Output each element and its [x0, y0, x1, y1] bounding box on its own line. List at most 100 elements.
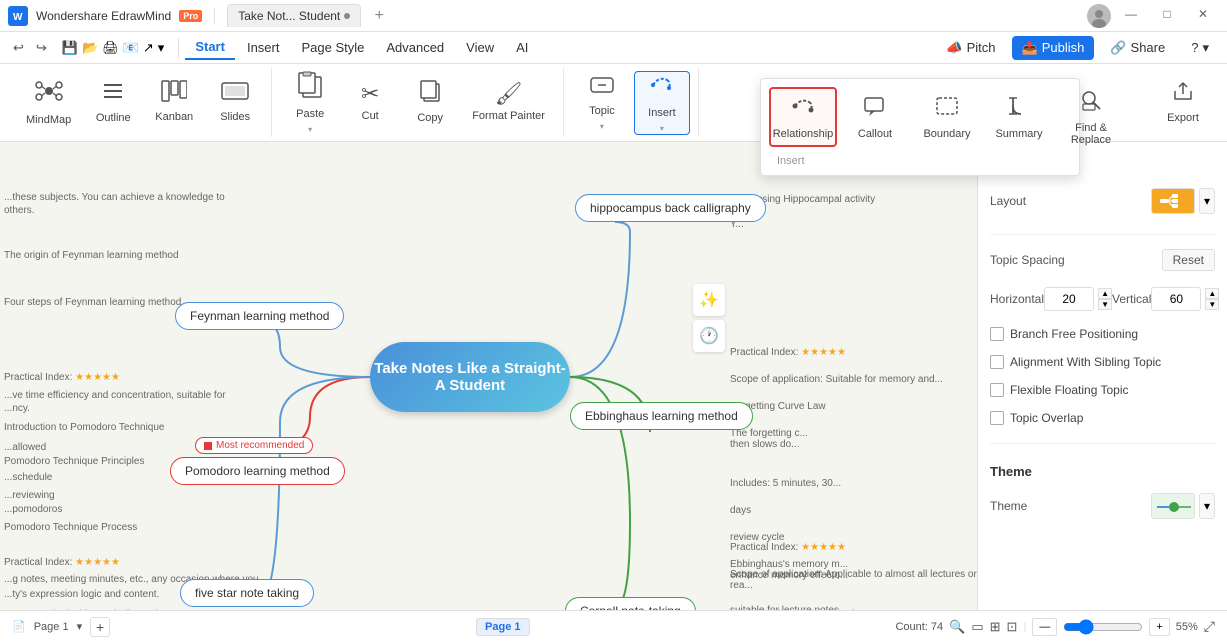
five-star-node[interactable]: five star note taking	[180, 579, 314, 607]
includes: Includes: 5 minutes, 30...	[730, 478, 943, 489]
overlap-checkbox[interactable]	[990, 411, 1004, 425]
center-node[interactable]: Take Notes Like a Straight-A Student	[370, 342, 570, 412]
avatar[interactable]	[1087, 4, 1111, 28]
minimize-button[interactable]: —	[1115, 4, 1147, 24]
kanban-button[interactable]: Kanban	[145, 71, 203, 135]
horizontal-up[interactable]: ▲	[1098, 288, 1112, 299]
paste-button[interactable]: Paste ▾	[282, 71, 338, 135]
cornell-scope2: suitable for lecture notes	[730, 605, 977, 610]
cut-button[interactable]: ✂ Cut	[342, 71, 398, 135]
branch-free-checkbox[interactable]	[990, 327, 1004, 341]
export-button[interactable]: Export	[1155, 71, 1211, 135]
callout-label: Callout	[858, 128, 892, 140]
zoom-slider[interactable]	[1063, 619, 1143, 635]
vertical-up[interactable]: ▲	[1205, 288, 1219, 299]
horizontal-down[interactable]: ▼	[1098, 299, 1112, 310]
menubar-right: 📣 Pitch 📤 Publish 🔗 Share ? ▾	[936, 36, 1219, 60]
menu-advanced[interactable]: Advanced	[376, 36, 454, 59]
boundary-item[interactable]: Boundary	[913, 87, 981, 147]
overlap-row: Topic Overlap	[990, 411, 1215, 425]
outline-button[interactable]: Outline	[85, 71, 141, 135]
reset-button[interactable]: Reset	[1162, 249, 1215, 271]
alignment-checkbox[interactable]	[990, 355, 1004, 369]
intro-pomodoro: Introduction to Pomodoro Technique	[4, 422, 164, 433]
mindmap-button[interactable]: MindMap	[16, 71, 81, 135]
help-button[interactable]: ? ▾	[1181, 36, 1219, 60]
callout-item[interactable]: Callout	[841, 87, 909, 147]
theme-dropdown[interactable]: ▾	[1199, 493, 1215, 519]
slides-button[interactable]: Slides	[207, 71, 263, 135]
mindmap-label: MindMap	[26, 114, 71, 127]
fit-button[interactable]: ⤢	[1204, 618, 1215, 635]
current-page-tab[interactable]: Page 1	[476, 618, 529, 636]
add-page-button[interactable]: +	[90, 617, 110, 637]
insert-dropdown-items: Relationship Callout Boundary Summary Fi…	[769, 87, 1071, 147]
canvas-area: ...these subjects. You can achieve a kno…	[0, 142, 1227, 610]
magic-button[interactable]: ✨	[693, 284, 725, 316]
copy-button[interactable]: Copy	[402, 71, 458, 135]
horizontal-input[interactable]: 20	[1044, 287, 1094, 311]
theme-preview[interactable]	[1151, 493, 1195, 519]
menu-page-style[interactable]: Page Style	[291, 36, 374, 59]
cut-label: Cut	[362, 110, 379, 123]
menu-view[interactable]: View	[456, 36, 504, 59]
insert-section-label: Insert	[769, 151, 1071, 167]
cornell-node[interactable]: Cornell note-taking	[565, 597, 696, 610]
share-button[interactable]: 🔗 Share	[1100, 36, 1175, 60]
vertical-down[interactable]: ▼	[1205, 299, 1219, 310]
menu-insert[interactable]: Insert	[237, 36, 290, 59]
time-efficiency: ...ve time efficiency and concentration,…	[4, 390, 226, 401]
statusbar-divider: |	[1023, 621, 1026, 633]
format-painter-button[interactable]: 🖌 Format Painter	[462, 71, 555, 135]
maximize-button[interactable]: □	[1151, 4, 1183, 24]
publish-icon: 📤	[1022, 40, 1038, 56]
insert-button[interactable]: Insert ▾	[634, 71, 690, 135]
layout-options: ▾	[1151, 188, 1215, 214]
relationship-label: Relationship	[773, 128, 834, 140]
active-tab[interactable]: Take Not... Student	[227, 4, 361, 27]
summary-icon	[1007, 94, 1031, 124]
toolbar-export-group: Export	[1147, 68, 1219, 137]
close-button[interactable]: ✕	[1187, 4, 1219, 24]
panel-divider2	[990, 443, 1215, 444]
add-tab-button[interactable]: +	[369, 6, 389, 26]
zoom-in-button[interactable]: +	[1149, 618, 1169, 636]
find-replace-item[interactable]: Find & Replace	[1057, 87, 1125, 147]
feynman-sub-1: The origin of Feynman learning method	[4, 250, 179, 261]
page-dropdown-arrow[interactable]: ▾	[77, 620, 83, 633]
pitch-button[interactable]: 📣 Pitch	[936, 36, 1005, 60]
undo-redo-nav: ↩ ↪	[8, 37, 52, 59]
expression: ...ty's expression logic and content.	[4, 589, 159, 600]
statusbar-right: Count: 74 🔍 ▭ ⊞ ⊡ | — + 55% ⤢	[895, 618, 1215, 636]
layout-option-active[interactable]	[1151, 188, 1195, 214]
clock-button[interactable]: 🕐	[693, 320, 725, 352]
zoom-out-button[interactable]: —	[1032, 618, 1057, 636]
redo-button[interactable]: ↪	[31, 37, 52, 59]
overlap-label: Topic Overlap	[1010, 411, 1083, 425]
outline-icon	[101, 79, 125, 109]
branch-free-label: Branch Free Positioning	[1010, 327, 1138, 341]
insert-icon	[649, 72, 675, 104]
pomodoro-node[interactable]: Pomodoro learning method	[170, 457, 345, 485]
titlebar: W Wondershare EdrawMind Pro Take Not... …	[0, 0, 1227, 32]
callout-icon	[863, 94, 887, 124]
boundary-label: Boundary	[923, 128, 970, 140]
publish-button[interactable]: 📤 Publish	[1012, 36, 1095, 60]
layout-dropdown[interactable]: ▾	[1199, 188, 1215, 214]
topic-button[interactable]: Topic ▾	[574, 71, 630, 135]
toolbar-clipboard-group: Paste ▾ ✂ Cut Copy 🖌 Format Painter	[274, 68, 564, 137]
menu-ai[interactable]: AI	[506, 36, 538, 59]
ebbinghaus-node[interactable]: Ebbinghaus learning method	[570, 402, 753, 430]
summary-item[interactable]: Summary	[985, 87, 1053, 147]
quick-access[interactable]: 💾 📂 🖨 📧 ↗ ▾	[62, 40, 165, 56]
vertical-input[interactable]: 60	[1151, 287, 1201, 311]
hippocampus-node[interactable]: hippocampus back calligraphy	[575, 194, 766, 222]
flexible-checkbox[interactable]	[990, 383, 1004, 397]
feynman-node[interactable]: Feynman learning method	[175, 302, 344, 330]
topic-icon	[589, 74, 615, 102]
center-label: Take Notes Like a Straight-A Student	[370, 360, 570, 394]
menu-start[interactable]: Start	[185, 35, 235, 60]
relationship-item[interactable]: Relationship	[769, 87, 837, 147]
undo-button[interactable]: ↩	[8, 37, 29, 59]
mindmap-canvas[interactable]: ...these subjects. You can achieve a kno…	[0, 142, 977, 610]
